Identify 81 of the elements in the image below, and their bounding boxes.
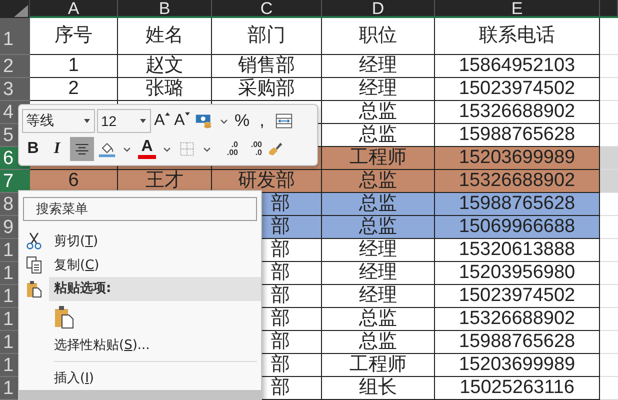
table-cell: 经理 (322, 239, 435, 262)
row-header[interactable]: 7 (0, 170, 30, 193)
table-cell: 15023974502 (435, 78, 600, 101)
table-cell: 15069966688 (435, 216, 600, 239)
table-cell: 1 (30, 55, 118, 78)
table-cell: 张璐 (118, 78, 212, 101)
menu-section-label: 粘贴选项: (49, 277, 261, 302)
caret-icon (164, 112, 170, 116)
table-cell: 采购部 (212, 78, 322, 101)
table-cell: 联系电话 (435, 18, 600, 55)
row-header[interactable]: 2 (0, 55, 30, 78)
table-cell: 总监 (322, 331, 435, 354)
paint-bucket-icon[interactable] (98, 140, 116, 158)
chevron-icon[interactable] (163, 146, 171, 152)
table-cell: 部门 (212, 18, 322, 55)
table-cell: 销售部 (212, 55, 322, 78)
table-cell: 经理 (322, 262, 435, 285)
chevron-icon[interactable] (123, 146, 131, 152)
shrink-font-button[interactable]: A (173, 109, 191, 133)
table-cell: 姓名 (118, 18, 212, 55)
table-cell (600, 147, 618, 170)
paintbrush-icon[interactable] (266, 140, 284, 158)
money-icon[interactable] (195, 112, 213, 130)
table-cell: 职位 (322, 18, 435, 55)
table-cell: 总监 (322, 101, 435, 124)
table-cell: 工程师 (322, 147, 435, 170)
table-cell: 15203699989 (435, 354, 600, 377)
caret-icon (184, 112, 190, 116)
table-cell: 序号 (30, 18, 118, 55)
table-cell: 15025263116 (435, 377, 600, 400)
caret-icon (84, 119, 90, 123)
clipboard-icon[interactable] (54, 305, 74, 330)
table-cell: 15864952103 (435, 55, 600, 78)
font-name-dropdown[interactable]: 等线 (22, 109, 95, 133)
column-header[interactable]: C (212, 0, 322, 18)
column-header[interactable]: E (435, 0, 600, 18)
search-field[interactable]: 搜索菜单 (23, 197, 257, 222)
increase-decimal-button[interactable]: .0 .00 (216, 137, 238, 161)
table-cell: 15326688902 (435, 308, 600, 331)
table-cell (600, 170, 618, 193)
row-header[interactable]: 3 (0, 78, 30, 101)
table-cell: 15988765628 (435, 193, 600, 216)
table-cell: 经理 (322, 55, 435, 78)
number-format-button[interactable]: , (253, 109, 271, 133)
copy-icon (26, 256, 42, 274)
table-cell: 总监 (322, 308, 435, 331)
table-cell: 研发部 (212, 170, 322, 193)
table-cell: 15326688902 (435, 101, 600, 124)
table-cell: 经理 (322, 285, 435, 308)
table-cell: 15203956980 (435, 262, 600, 285)
row-header[interactable]: 1 (0, 18, 30, 55)
merge-cells-icon[interactable] (275, 112, 293, 130)
column-header[interactable]: B (118, 0, 212, 18)
column-header[interactable] (600, 0, 618, 18)
scissors-icon (26, 232, 42, 250)
table-cell: 总监 (322, 170, 435, 193)
table-cell: 工程师 (322, 354, 435, 377)
grow-font-button[interactable]: A (153, 109, 171, 133)
number-format-button[interactable]: % (233, 109, 251, 133)
column-header[interactable]: A (30, 0, 118, 18)
table-cell: 2 (30, 78, 118, 101)
table-cell: 15988765628 (435, 331, 600, 354)
chevron-icon[interactable] (220, 118, 228, 124)
table-cell: 15326688902 (435, 170, 600, 193)
italic-button[interactable]: I (46, 137, 68, 161)
font-size-dropdown[interactable]: 12 (97, 109, 151, 133)
table-cell: 经理 (322, 78, 435, 101)
column-header[interactable]: D (322, 0, 435, 18)
caret-icon (140, 119, 146, 123)
clipboard-icon (26, 280, 42, 298)
table-cell: 总监 (322, 216, 435, 239)
decrease-decimal-button[interactable]: .00 .0 (240, 137, 262, 161)
font-color-button[interactable]: A (138, 139, 156, 159)
table-cell: 赵文 (118, 55, 212, 78)
table-cell: 15320613888 (435, 239, 600, 262)
table-cell: 总监 (322, 193, 435, 216)
table-cell: 15023974502 (435, 285, 600, 308)
table-cell: 组长 (322, 377, 435, 400)
chevron-icon[interactable] (203, 146, 211, 152)
table-cell: 15203699989 (435, 147, 600, 170)
align-center-button[interactable] (70, 137, 94, 161)
